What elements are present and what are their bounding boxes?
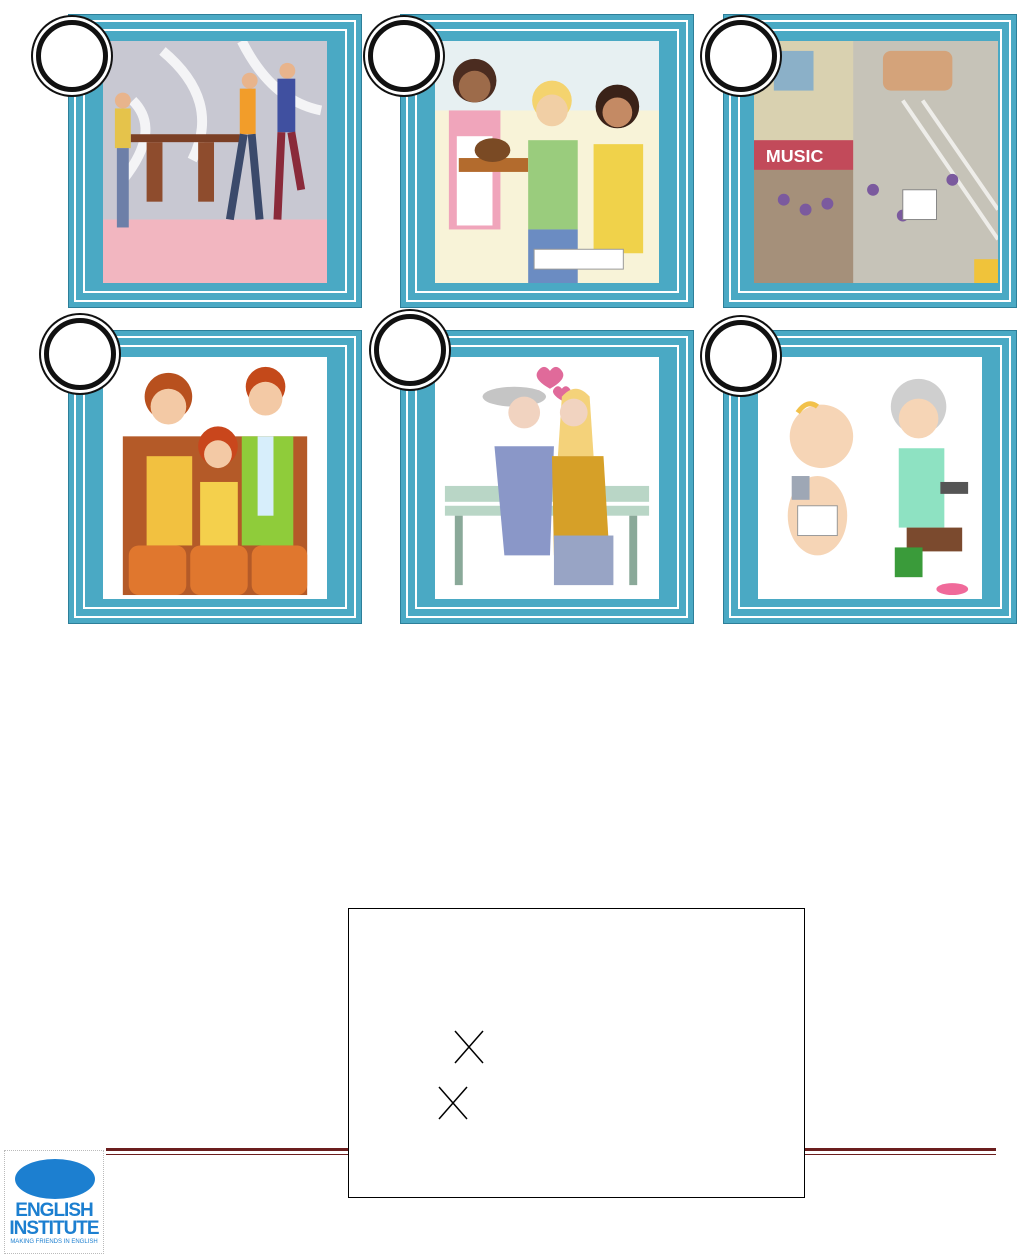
cross-mark-1 [454,1030,484,1064]
number-badge-6 [705,320,777,392]
number-badge-2 [368,20,440,92]
answer-box [348,908,805,1198]
number-badge-5 [374,314,446,386]
picture-card-1 [68,14,362,308]
busy-street-music-shop-icon: MUSIC [754,41,998,283]
picture-card-4 [68,330,362,624]
students-and-waitress-with-cake-icon [435,41,659,283]
baby-and-grandmother-icon [758,357,982,599]
picture-card-5 [400,330,694,624]
number-badge-1 [36,20,108,92]
number-badge-3 [705,20,777,92]
logo-oval-icon [15,1159,95,1199]
people-carrying-desk-icon [103,41,327,283]
picture-card-2 [400,14,694,308]
logo-tagline: MAKING FRIENDS IN ENGLISH [10,1239,98,1245]
english-institute-logo: ENGLISH INSTITUTE MAKING FRIENDS IN ENGL… [4,1150,104,1254]
couple-on-bench-icon [435,357,659,599]
svg-text:MUSIC: MUSIC [766,146,824,166]
logo-line-2: INSTITUTE [9,1218,99,1239]
family-at-cinema-icon [103,357,327,599]
cross-mark-2 [438,1086,468,1120]
number-badge-4 [44,318,116,390]
